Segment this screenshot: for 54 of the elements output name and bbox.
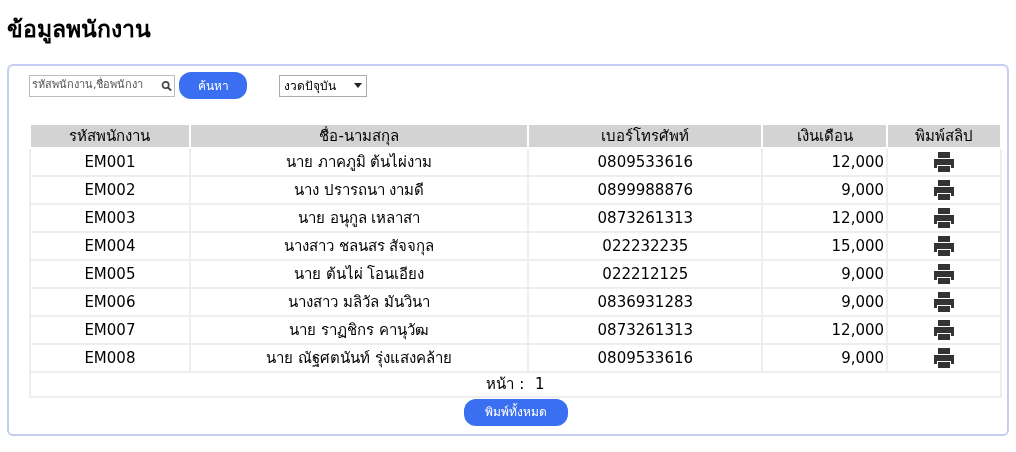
employee-id: EM004: [30, 232, 190, 260]
employee-name: นาย ราฏชิกร คานุวัฒ: [189, 316, 529, 344]
printer-icon[interactable]: [933, 235, 956, 258]
phone-number: 0873261313: [528, 204, 763, 232]
salary: 12,000: [762, 204, 888, 232]
employee-name: นาง ปรารถนา งามดี: [189, 176, 529, 204]
salary: 9,000: [762, 260, 888, 288]
salary: 15,000: [762, 232, 888, 260]
printer-icon[interactable]: [933, 319, 956, 342]
column-header: เบอร์โทรศัพท์: [528, 124, 763, 148]
phone-number: 0809533616: [528, 344, 763, 372]
employee-name: นาย อนุกูล เหลาสา: [189, 204, 529, 232]
phone-number: 0873261313: [528, 316, 763, 344]
employee-name: นางสาว ชลนสร สัจจกุล: [189, 232, 529, 260]
employee-id: EM007: [30, 316, 190, 344]
page-number: 1: [535, 375, 545, 393]
salary: 9,000: [762, 344, 888, 372]
search-field[interactable]: รหัสพนักงาน,ชื่อพนักงา: [29, 74, 175, 97]
employee-name: นางสาว มลิวัล มันวินา: [189, 288, 529, 316]
column-header: ชื่อ-นามสกุล: [189, 124, 529, 148]
caret-icon: [354, 83, 362, 88]
period-dropdown[interactable]: งวดปัจุบัน: [279, 74, 367, 97]
printer-icon[interactable]: [933, 179, 956, 202]
printer-icon[interactable]: [933, 207, 956, 230]
printer-icon[interactable]: [933, 263, 956, 286]
phone-number: 0836931283: [528, 288, 763, 316]
salary: 12,000: [762, 316, 888, 344]
employee-name: นาย ต้นไผ่ โอนเอียง: [189, 260, 529, 288]
phone-number: 022212125: [528, 260, 763, 288]
phone-number: 0899988876: [528, 176, 763, 204]
page-label: หน้า :: [486, 375, 525, 393]
page-title: ข้อมูลพนักงาน: [7, 15, 152, 44]
column-header: พิมพ์สลิป: [887, 124, 1001, 148]
salary: 12,000: [762, 148, 888, 176]
salary: 9,000: [762, 176, 888, 204]
printer-icon[interactable]: [933, 347, 956, 370]
employee-id: EM001: [30, 148, 190, 176]
employee-name: นาย ณัฐศตนันท์ รุ่งแสงคล้าย: [189, 344, 529, 372]
employee-name: นาย ภาคภูมิ ต้นไผ่งาม: [189, 148, 529, 176]
search-icon: [160, 79, 172, 92]
search-button[interactable]: ค้นหา: [179, 72, 247, 99]
print-all-button[interactable]: พิมพ์ทั้งหมด: [463, 398, 568, 426]
column-header: เงินเดือน: [762, 124, 888, 148]
phone-number: 0809533616: [528, 148, 763, 176]
employee-id: EM008: [30, 344, 190, 372]
employee-id: EM006: [30, 288, 190, 316]
printer-icon[interactable]: [933, 151, 956, 174]
salary: 9,000: [762, 288, 888, 316]
printer-icon[interactable]: [933, 291, 956, 314]
column-header: รหัสพนักงาน: [30, 124, 190, 148]
employee-id: EM003: [30, 204, 190, 232]
employee-id: EM002: [30, 176, 190, 204]
phone-number: 022232235: [528, 232, 763, 260]
employee-id: EM005: [30, 260, 190, 288]
